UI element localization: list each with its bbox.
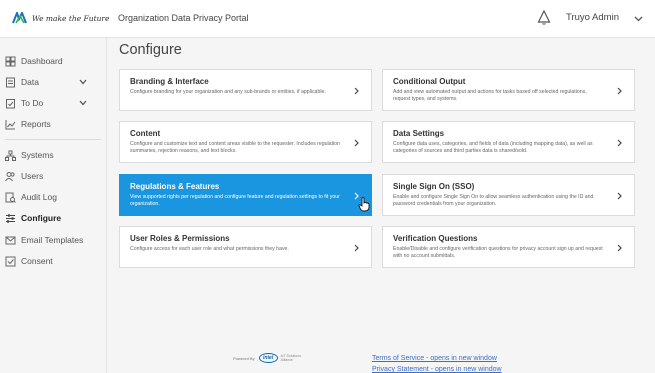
bell-icon[interactable] (537, 9, 551, 25)
data-icon (6, 77, 15, 87)
card-regulations-features[interactable]: Regulations & Features View supported ri… (119, 174, 372, 216)
card-content[interactable]: Content Configure and customize text and… (119, 121, 372, 163)
sidebar-item-label: Email Templates (21, 235, 84, 245)
card-single-sign-on[interactable]: Single Sign On (SSO) Enable and configur… (382, 174, 635, 216)
checkbox-icon (5, 256, 16, 266)
sidebar-item-consent[interactable]: Consent (0, 252, 106, 270)
page-title: Configure (119, 42, 182, 58)
sidebar-item-configure[interactable]: Configure (0, 209, 106, 227)
sidebar-item-users[interactable]: Users (0, 167, 106, 185)
logo-icon (12, 12, 27, 24)
sidebar-item-dashboard[interactable]: Dashboard (0, 52, 106, 70)
card-description: Configure and customize text and content… (130, 141, 340, 154)
chevron-down-icon[interactable] (79, 79, 87, 85)
sidebar-item-systems[interactable]: Systems (0, 146, 106, 164)
card-title: Branding & Interface (130, 77, 209, 86)
intel-logo: intel (258, 353, 278, 363)
alliance-label: IoT Solutions Alliance (280, 354, 301, 362)
card-description: Add and view automated output and action… (393, 89, 587, 102)
card-title: Regulations & Features (130, 182, 220, 191)
sidebar-item-label: Dashboard (21, 56, 63, 66)
terms-of-service-link[interactable]: Terms of Service - opens in new window (372, 355, 497, 362)
audit-icon (5, 192, 16, 203)
card-verification-questions[interactable]: Verification Questions Enable/Disable an… (382, 226, 635, 268)
sidebar-item-label: Data (21, 77, 39, 87)
powered-by: Powered By intel IoT Solutions Alliance (233, 353, 307, 363)
card-title: Single Sign On (SSO) (393, 182, 475, 191)
card-conditional-output[interactable]: Conditional Output Add and view automate… (382, 69, 635, 111)
sidebar: Dashboard Data To Do Reports Systems Use… (0, 38, 107, 373)
chart-icon (5, 119, 16, 129)
sidebar-item-label: To Do (21, 98, 44, 108)
card-description: Enable/Disable and configure verificatio… (393, 246, 603, 259)
card-branding-interface[interactable]: Branding & Interface Configure branding … (119, 69, 372, 111)
todo-icon (6, 98, 15, 108)
card-data-settings[interactable]: Data Settings Configure data uses, categ… (382, 121, 635, 163)
user-menu-name[interactable]: Truyo Admin (566, 12, 619, 23)
chevron-right-icon (354, 87, 359, 95)
card-title: Conditional Output (393, 77, 466, 86)
card-title: Verification Questions (393, 234, 478, 243)
sidebar-item-audit-log[interactable]: Audit Log (0, 188, 106, 206)
sidebar-item-label: Reports (21, 119, 51, 129)
sidebar-item-todo[interactable]: To Do (0, 94, 106, 112)
chevron-right-icon (617, 139, 622, 147)
sidebar-item-reports[interactable]: Reports (0, 115, 106, 133)
card-description: Configure branding for your organization… (130, 89, 326, 95)
logo[interactable]: We make the Future (12, 12, 109, 24)
privacy-statement-link[interactable]: Privacy Statement - opens in new window (372, 366, 502, 373)
logo-text: We make the Future (32, 13, 110, 23)
card-title: User Roles & Permissions (130, 234, 230, 243)
sidebar-item-label: Systems (21, 150, 54, 160)
systems-icon (5, 150, 16, 161)
sidebar-item-label: Audit Log (21, 192, 57, 202)
card-description: Enable and configure Single Sign On to a… (393, 194, 594, 207)
users-icon (5, 171, 15, 181)
top-bar: We make the Future Organization Data Pri… (0, 0, 655, 38)
card-title: Content (130, 129, 161, 138)
chevron-right-icon (354, 244, 359, 252)
portal-title: Organization Data Privacy Portal (118, 13, 249, 23)
chevron-right-icon (617, 192, 622, 200)
chevron-down-icon[interactable] (634, 16, 643, 22)
mail-icon (5, 236, 16, 244)
sliders-icon (6, 213, 15, 223)
card-user-roles-permissions[interactable]: User Roles & Permissions Configure acces… (119, 226, 372, 268)
sidebar-item-label: Consent (21, 256, 53, 266)
sidebar-item-label: Configure (21, 213, 62, 223)
card-title: Data Settings (393, 129, 445, 138)
card-description: Configure access for each user role and … (130, 246, 289, 252)
chevron-right-icon (617, 87, 622, 95)
sidebar-item-data[interactable]: Data (0, 73, 106, 91)
card-description: View supported rights per regulation and… (130, 194, 340, 207)
hand-cursor-icon (358, 197, 370, 212)
powered-by-label: Powered By (233, 355, 255, 361)
grid-icon (5, 56, 16, 66)
chevron-right-icon (617, 244, 622, 252)
chevron-right-icon (354, 139, 359, 147)
sidebar-item-email-templates[interactable]: Email Templates (0, 231, 106, 249)
chevron-down-icon[interactable] (79, 100, 87, 106)
card-description: Configure data uses, categories, and fie… (393, 141, 593, 154)
sidebar-item-label: Users (21, 171, 44, 181)
sidebar-divider (5, 139, 101, 140)
